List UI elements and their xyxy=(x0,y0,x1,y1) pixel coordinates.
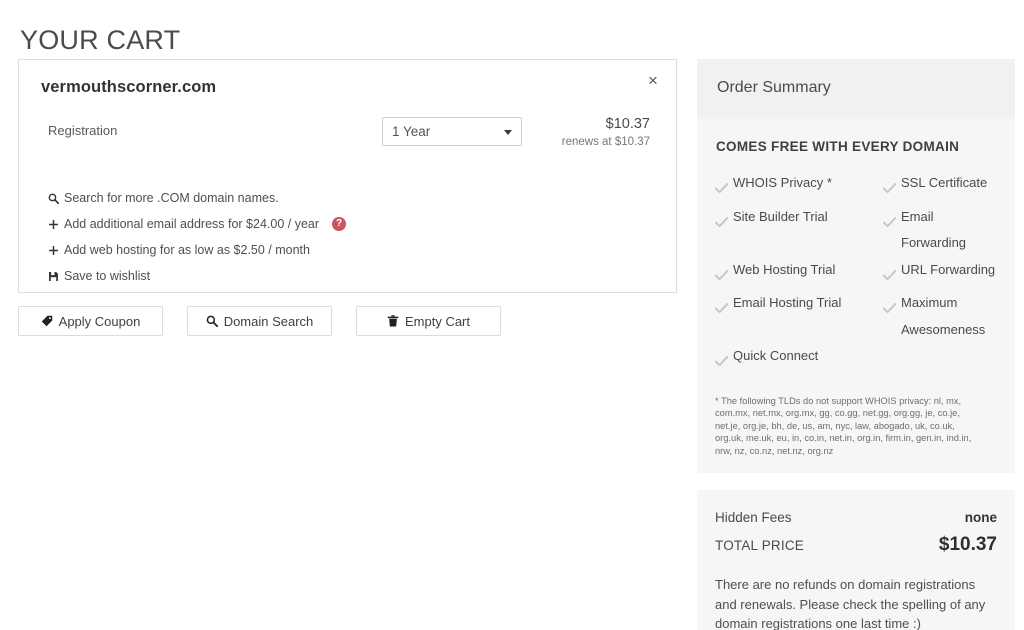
free-features-grid: WHOIS Privacy * SSL Certificate Site Bui… xyxy=(715,170,997,377)
page-title: YOUR CART xyxy=(20,23,180,57)
free-features-heading: COMES FREE WITH EVERY DOMAIN xyxy=(715,139,997,154)
check-icon xyxy=(883,264,896,291)
free-feature-item: Email Hosting Trial xyxy=(715,290,883,343)
check-icon xyxy=(715,177,728,204)
action-label: Apply Coupon xyxy=(59,314,141,329)
hidden-fees-row: Hidden Fees none xyxy=(715,510,997,525)
free-feature-label: Site Builder Trial xyxy=(733,204,828,231)
check-icon xyxy=(883,297,896,324)
upsell-list: Search for more .COM domain names. Add a… xyxy=(41,185,654,289)
upsell-label: Save to wishlist xyxy=(64,269,150,283)
hidden-fees-value: none xyxy=(965,510,997,525)
help-icon[interactable]: ? xyxy=(332,217,346,231)
upsell-add-hosting[interactable]: Add web hosting for as low as $2.50 / mo… xyxy=(48,237,654,263)
chevron-down-icon xyxy=(504,130,512,135)
free-feature-item: Quick Connect xyxy=(715,343,883,377)
remove-item-button[interactable]: × xyxy=(642,70,664,92)
check-icon xyxy=(715,350,728,377)
totals-panel: Hidden Fees none TOTAL PRICE $10.37 Ther… xyxy=(697,490,1015,630)
cart-item-card: vermouthscorner.com × Registration 1 Yea… xyxy=(18,59,677,293)
free-feature-label: WHOIS Privacy * xyxy=(733,170,832,197)
tag-icon xyxy=(41,315,53,327)
order-summary-column: Order Summary COMES FREE WITH EVERY DOMA… xyxy=(697,59,1015,630)
hidden-fees-label: Hidden Fees xyxy=(715,510,792,525)
upsell-search-domains[interactable]: Search for more .COM domain names. xyxy=(48,185,654,211)
free-feature-item: Web Hosting Trial xyxy=(715,257,883,291)
action-label: Domain Search xyxy=(224,314,314,329)
search-icon xyxy=(206,315,218,327)
registration-type-label: Registration xyxy=(48,123,117,138)
cart-item-price-block: $10.37 renews at $10.37 xyxy=(562,115,650,150)
free-feature-label: Quick Connect xyxy=(733,343,818,370)
free-feature-spacer xyxy=(883,343,997,377)
cart-page: YOUR CART vermouthscorner.com × Registra… xyxy=(0,0,1024,630)
cart-item-price: $10.37 xyxy=(562,115,650,134)
total-price-row: TOTAL PRICE $10.37 xyxy=(715,534,997,556)
term-select[interactable]: 1 Year xyxy=(382,117,522,146)
cart-actions: Apply Coupon Domain Search Empty Cart xyxy=(18,306,677,336)
free-feature-item: URL Forwarding xyxy=(883,257,997,291)
free-feature-item: Site Builder Trial xyxy=(715,204,883,257)
total-price-label: TOTAL PRICE xyxy=(715,538,804,553)
check-icon xyxy=(715,264,728,291)
total-price-value: $10.37 xyxy=(939,534,997,556)
apply-coupon-button[interactable]: Apply Coupon xyxy=(18,306,163,336)
plus-icon xyxy=(48,245,62,256)
cart-item-row: Registration 1 Year $10.37 renews at $10… xyxy=(41,117,654,159)
free-feature-label: Email Forwarding xyxy=(901,204,997,257)
free-feature-label: URL Forwarding xyxy=(901,257,995,284)
check-icon xyxy=(883,211,896,238)
free-feature-label: SSL Certificate xyxy=(901,170,987,197)
check-icon xyxy=(715,297,728,324)
order-summary-title: Order Summary xyxy=(717,79,831,97)
upsell-add-email[interactable]: Add additional email address for $24.00 … xyxy=(48,211,654,237)
term-select-value: 1 Year xyxy=(392,124,430,139)
free-feature-item: WHOIS Privacy * xyxy=(715,170,883,204)
free-feature-label: Web Hosting Trial xyxy=(733,257,835,284)
action-label: Empty Cart xyxy=(405,314,470,329)
cart-item-renewal-price: renews at $10.37 xyxy=(562,134,650,150)
check-icon xyxy=(715,211,728,238)
save-icon xyxy=(48,271,62,282)
upsell-label: Add web hosting for as low as $2.50 / mo… xyxy=(64,243,310,257)
free-feature-item: SSL Certificate xyxy=(883,170,997,204)
free-feature-item: Maximum Awesomeness xyxy=(883,290,997,343)
tld-whois-note: * The following TLDs do not support WHOI… xyxy=(715,395,997,458)
upsell-label: Search for more .COM domain names. xyxy=(64,191,279,205)
free-feature-label: Maximum Awesomeness xyxy=(901,290,997,343)
refund-policy-note: There are no refunds on domain registrat… xyxy=(715,575,997,630)
cart-item-domain: vermouthscorner.com xyxy=(41,78,654,97)
domain-search-button[interactable]: Domain Search xyxy=(187,306,332,336)
free-feature-item: Email Forwarding xyxy=(883,204,997,257)
cart-column: vermouthscorner.com × Registration 1 Yea… xyxy=(18,59,677,336)
free-feature-label: Email Hosting Trial xyxy=(733,290,841,317)
upsell-label: Add additional email address for $24.00 … xyxy=(64,217,319,231)
plus-icon xyxy=(48,219,62,230)
trash-icon xyxy=(387,315,399,327)
upsell-save-wishlist[interactable]: Save to wishlist xyxy=(48,263,654,289)
search-icon xyxy=(48,193,62,204)
empty-cart-button[interactable]: Empty Cart xyxy=(356,306,501,336)
check-icon xyxy=(883,177,896,204)
order-summary-header: Order Summary xyxy=(697,59,1015,117)
free-features-panel: COMES FREE WITH EVERY DOMAIN WHOIS Priva… xyxy=(697,117,1015,473)
